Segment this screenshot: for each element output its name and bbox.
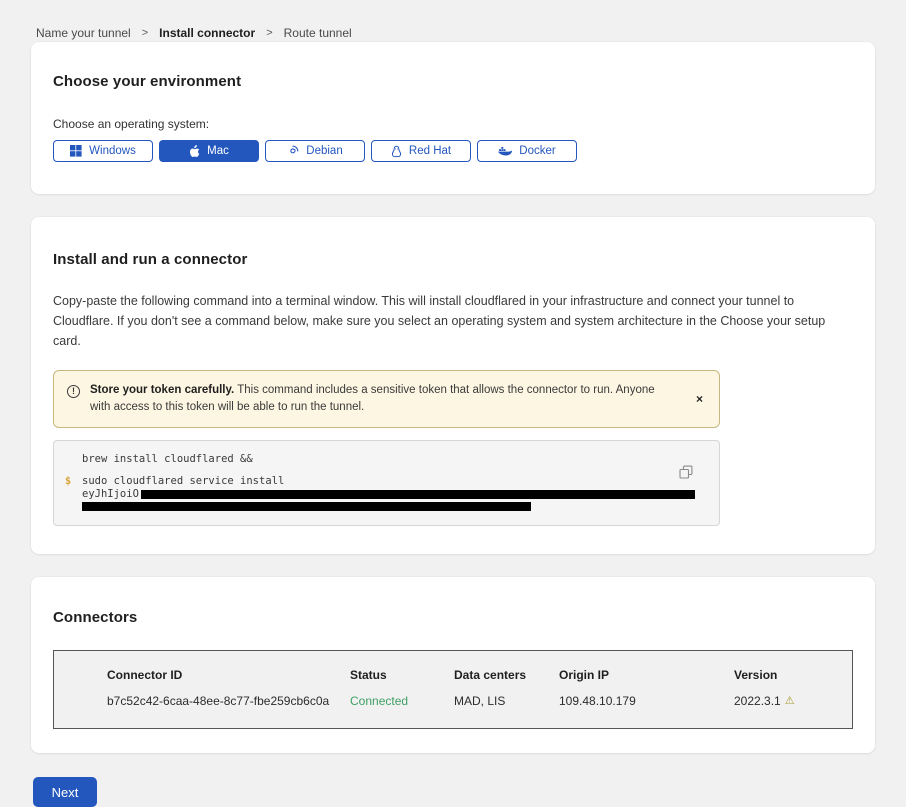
breadcrumb-name-your-tunnel[interactable]: Name your tunnel <box>36 26 131 40</box>
token-warning-banner: ! Store your token carefully. This comma… <box>53 370 720 428</box>
alert-circle-icon: ! <box>67 385 80 398</box>
install-connector-card: Install and run a connector Copy-paste t… <box>31 217 875 554</box>
os-button-redhat[interactable]: Red Hat <box>371 140 471 162</box>
table-row: b7c52c42-6caa-48ee-8c77-fbe259cb6c0a Con… <box>54 694 852 708</box>
os-button-mac[interactable]: Mac <box>159 140 259 162</box>
data-centers-value: MAD, LIS <box>454 694 559 708</box>
col-header-data-centers: Data centers <box>454 668 559 682</box>
token-redaction-bar <box>82 502 531 511</box>
connector-id-value: b7c52c42-6caa-48ee-8c77-fbe259cb6c0a <box>107 694 350 708</box>
os-button-debian[interactable]: Debian <box>265 140 365 162</box>
os-button-label: Mac <box>207 145 229 157</box>
apple-icon <box>189 145 200 158</box>
choose-environment-card: Choose your environment Choose an operat… <box>31 42 875 194</box>
os-button-label: Windows <box>89 145 136 157</box>
connectors-card: Connectors Connector ID Status Data cent… <box>31 577 875 753</box>
version-value: 2022.3.1 <box>734 694 781 708</box>
status-badge: Connected <box>350 694 454 708</box>
os-button-label: Docker <box>519 145 555 157</box>
token-warning-text: Store your token carefully. This command… <box>90 382 660 416</box>
token-redaction-bar <box>141 490 695 499</box>
os-button-docker[interactable]: Docker <box>477 140 577 162</box>
breadcrumb-separator: > <box>266 27 272 39</box>
version-warning-icon: ⚠ <box>785 696 795 707</box>
token-prefix: eyJhIjoiO <box>82 488 139 501</box>
code-line-brew: brew install cloudflared && <box>82 453 253 466</box>
os-button-group: Windows Mac Debian Red Hat Docker <box>53 140 845 162</box>
breadcrumb-route-tunnel[interactable]: Route tunnel <box>284 26 352 40</box>
col-header-version: Version <box>734 668 842 682</box>
col-header-connector-id: Connector ID <box>107 668 350 682</box>
debian-icon <box>287 145 299 157</box>
copy-icon <box>679 467 693 482</box>
breadcrumb-install-connector[interactable]: Install connector <box>159 26 255 40</box>
environment-card-title: Choose your environment <box>53 73 845 90</box>
redhat-icon <box>391 145 402 158</box>
copy-command-button[interactable] <box>679 465 693 479</box>
breadcrumb-separator: > <box>142 27 148 39</box>
connectors-table-header: Connector ID Status Data centers Origin … <box>54 668 852 682</box>
close-icon[interactable]: × <box>692 391 707 407</box>
connectors-card-title: Connectors <box>53 609 853 626</box>
origin-ip-value: 109.48.10.179 <box>559 694 734 708</box>
code-line-sudo: sudo cloudflared service install <box>82 475 284 488</box>
windows-icon <box>70 145 82 157</box>
os-button-label: Red Hat <box>409 145 451 157</box>
token-warning-title: Store your token carefully. <box>90 384 234 396</box>
prompt-spacer <box>54 453 82 466</box>
os-button-label: Debian <box>306 145 342 157</box>
connectors-table: Connector ID Status Data centers Origin … <box>53 650 853 729</box>
install-card-title: Install and run a connector <box>53 251 845 268</box>
os-button-windows[interactable]: Windows <box>53 140 153 162</box>
next-button[interactable]: Next <box>33 777 97 807</box>
prompt-spacer <box>54 488 82 501</box>
docker-icon <box>498 146 512 157</box>
col-header-status: Status <box>350 668 454 682</box>
install-command-code-block: brew install cloudflared && $ sudo cloud… <box>53 440 720 526</box>
install-description: Copy-paste the following command into a … <box>53 291 845 351</box>
prompt-spacer <box>54 501 82 511</box>
col-header-origin-ip: Origin IP <box>559 668 734 682</box>
shell-prompt: $ <box>54 475 82 488</box>
os-select-label: Choose an operating system: <box>53 117 845 131</box>
breadcrumb: Name your tunnel > Install connector > R… <box>0 0 906 42</box>
